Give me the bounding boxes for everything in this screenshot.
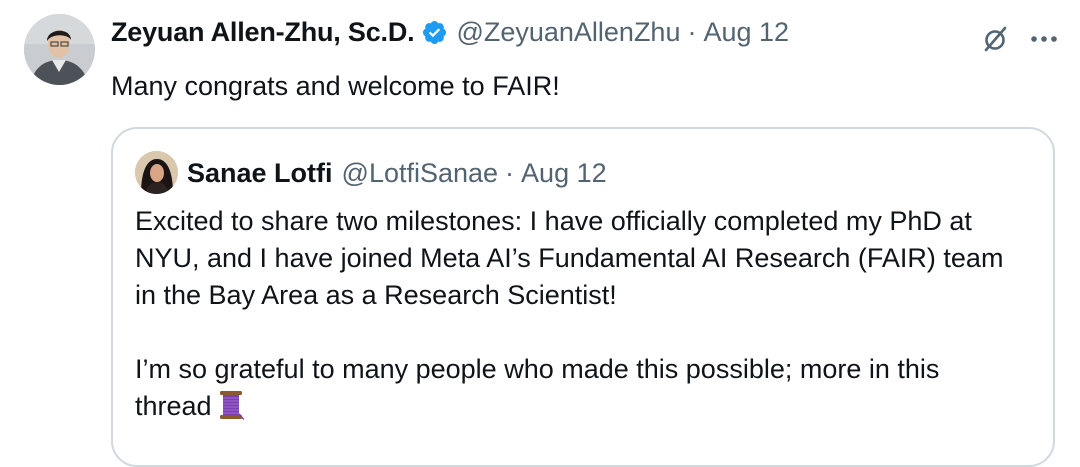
quoted-text-line: I’m so grateful to many people who made … bbox=[135, 354, 940, 384]
spool-of-thread-icon bbox=[219, 391, 244, 420]
quoted-text-line: Excited to share two milestones: I have … bbox=[135, 206, 972, 236]
quoted-header-separator: · bbox=[505, 157, 515, 188]
tweet-actions bbox=[980, 24, 1058, 54]
header-separator: · bbox=[687, 16, 697, 47]
quoted-text-line: NYU, and I have joined Meta AI’s Fundame… bbox=[135, 243, 1004, 273]
tweet-header: Zeyuan Allen-Zhu, Sc.D. @ZeyuanAllenZhu … bbox=[111, 14, 789, 50]
quoted-author-handle[interactable]: @LotfiSanae bbox=[342, 158, 499, 189]
quoted-text-line: in the Bay Area as a Research Scientist! bbox=[135, 280, 617, 310]
quoted-author-name[interactable]: Sanae Lotfi bbox=[187, 158, 333, 189]
grok-icon[interactable] bbox=[980, 24, 1010, 54]
quoted-tweet-text: Excited to share two milestones: I have … bbox=[135, 203, 1040, 425]
quoted-tweet-header: Sanae Lotfi @LotfiSanae · Aug 12 bbox=[187, 155, 607, 191]
tweet[interactable]: Zeyuan Allen-Zhu, Sc.D. @ZeyuanAllenZhu … bbox=[0, 0, 1080, 467]
quoted-tweet[interactable]: Sanae Lotfi @LotfiSanae · Aug 12 Excited… bbox=[111, 127, 1055, 467]
author-avatar[interactable] bbox=[24, 14, 95, 85]
tweet-text: Many congrats and welcome to FAIR! bbox=[111, 71, 560, 101]
author-name[interactable]: Zeyuan Allen-Zhu, Sc.D. bbox=[111, 17, 415, 48]
quoted-author-avatar[interactable] bbox=[135, 151, 178, 194]
verified-badge-icon[interactable] bbox=[421, 19, 448, 46]
tweet-date[interactable]: Aug 12 bbox=[703, 17, 789, 48]
quoted-tweet-date[interactable]: Aug 12 bbox=[521, 158, 607, 189]
quoted-text-line: thread bbox=[135, 391, 212, 421]
quoted-text-last-line: thread bbox=[135, 388, 1040, 425]
more-options-icon[interactable] bbox=[1030, 34, 1058, 44]
author-handle[interactable]: @ZeyuanAllenZhu bbox=[456, 17, 680, 48]
